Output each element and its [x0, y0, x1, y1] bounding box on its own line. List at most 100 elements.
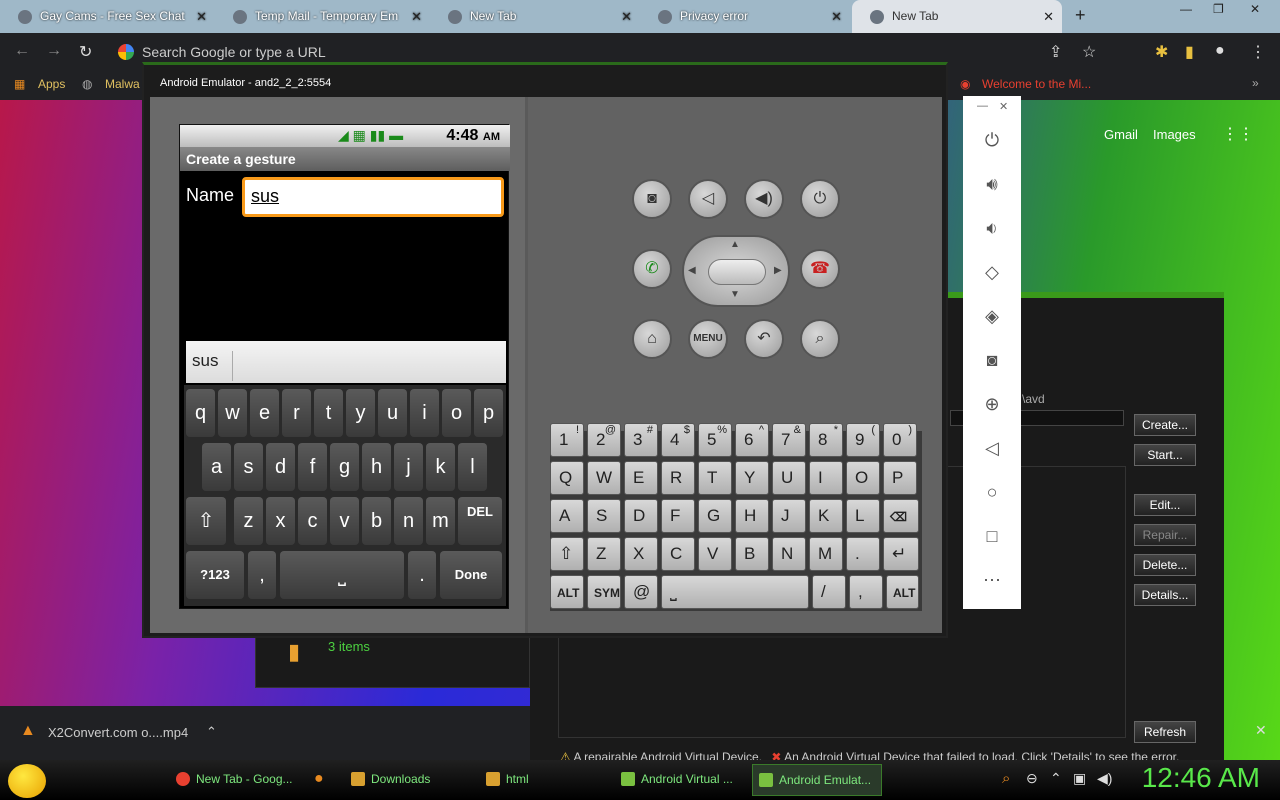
hw-key-p[interactable]: P — [883, 461, 917, 495]
volume-down-button[interactable]: ◁ — [688, 179, 728, 219]
taskbar-emulator[interactable]: Android Emulat... — [752, 764, 882, 796]
home-icon[interactable]: ○ — [980, 482, 1004, 506]
hw-key-d[interactable]: D — [624, 499, 658, 533]
hw-key-y[interactable]: Y — [735, 461, 769, 495]
suggestion-word[interactable]: sus — [192, 351, 234, 381]
hw-alt-right[interactable]: ALT — [886, 575, 919, 609]
browser-tab-3[interactable]: New Tab ✕ — [430, 0, 640, 33]
firefox-icon[interactable]: ● — [314, 770, 324, 788]
volume-up-icon[interactable]: 🔊︎ — [980, 174, 1004, 198]
hw-key-4[interactable]: 4 $ — [661, 423, 695, 457]
key-w[interactable]: w — [218, 389, 247, 437]
start-button-smiley-icon[interactable] — [8, 764, 46, 798]
hw-enter-key[interactable]: ↵ — [883, 537, 919, 571]
bookmark-malwa[interactable]: Malwa — [105, 77, 140, 91]
menu-icon[interactable]: ⋮ — [1250, 42, 1266, 62]
search-icon[interactable]: ⌕ — [1002, 770, 1010, 787]
key-c[interactable]: c — [298, 497, 327, 545]
close-tab-icon[interactable]: ✕ — [831, 9, 842, 25]
chevron-up-icon[interactable]: ⌃ — [206, 724, 217, 740]
key-k[interactable]: k — [426, 443, 455, 491]
key-o[interactable]: o — [442, 389, 471, 437]
hw-key-t[interactable]: T — [698, 461, 732, 495]
share-icon[interactable]: ⇪ — [1049, 42, 1062, 62]
hw-key-e[interactable]: E — [624, 461, 658, 495]
camera-button[interactable]: ◙ — [632, 179, 672, 219]
rotate-left-icon[interactable]: ◇ — [980, 262, 1004, 286]
hw-key-7[interactable]: 7 & — [772, 423, 806, 457]
close-downloads-icon[interactable]: ✕ — [1255, 722, 1267, 739]
browser-tab-4[interactable]: Privacy error ✕ — [640, 0, 850, 33]
key-q[interactable]: q — [186, 389, 215, 437]
hw-key-h[interactable]: H — [735, 499, 769, 533]
hw-key-i[interactable]: I — [809, 461, 843, 495]
delete-key[interactable]: DEL — [458, 497, 502, 545]
symbols-key[interactable]: ?123 — [186, 551, 244, 599]
close-icon[interactable]: ✕ — [999, 100, 1008, 113]
dpad-down-icon[interactable]: ▼ — [730, 289, 740, 300]
profile-icon[interactable]: ● — [1215, 42, 1225, 60]
volume-down-icon[interactable]: 🔉︎ — [980, 218, 1004, 242]
key-z[interactable]: z — [234, 497, 263, 545]
taskbar-html[interactable]: html — [480, 764, 610, 796]
key-p[interactable]: p — [474, 389, 503, 437]
hw-key-k[interactable]: K — [809, 499, 843, 533]
key-y[interactable]: y — [346, 389, 375, 437]
hw-key-o[interactable]: O — [846, 461, 880, 495]
refresh-button[interactable]: Refresh — [1134, 721, 1196, 743]
overview-icon[interactable]: □ — [980, 526, 1004, 550]
rotate-right-icon[interactable]: ◈ — [980, 306, 1004, 330]
tray-expand-icon[interactable]: ⌃ — [1050, 770, 1062, 787]
hw-key-u[interactable]: U — [772, 461, 806, 495]
hw-alt-left[interactable]: ALT — [550, 575, 584, 609]
back-icon[interactable]: ← — [14, 42, 30, 60]
dpad[interactable]: ▲ ▼ ◀ ▶ — [682, 235, 790, 307]
hw-key-period[interactable]: . — [846, 537, 880, 571]
gesture-name-input[interactable]: sus — [242, 177, 504, 217]
hw-key-v[interactable]: V — [698, 537, 732, 571]
hw-key-a[interactable]: A — [550, 499, 584, 533]
back-icon[interactable]: ◁ — [980, 438, 1004, 462]
extensions-icon[interactable]: ✱ — [1155, 42, 1168, 62]
key-a[interactable]: a — [202, 443, 231, 491]
period-key[interactable]: . — [408, 551, 436, 599]
browser-tab-1[interactable]: Gay Cams - Free Sex Chat ✕ — [0, 0, 215, 33]
tray-icon[interactable]: ⊖ — [1026, 770, 1038, 787]
hw-key-l[interactable]: L — [846, 499, 880, 533]
dpad-right-icon[interactable]: ▶ — [774, 265, 782, 276]
hw-key-g[interactable]: G — [698, 499, 732, 533]
hw-key-3[interactable]: 3 # — [624, 423, 658, 457]
images-link[interactable]: Images — [1153, 127, 1196, 142]
power-icon[interactable]: ⏻ — [980, 130, 1004, 154]
call-button[interactable]: ✆ — [632, 249, 672, 289]
shift-key[interactable]: ⇧ — [186, 497, 226, 545]
browser-tab-5[interactable]: New Tab ✕ — [852, 0, 1062, 33]
back-button[interactable]: ↶ — [744, 319, 784, 359]
close-tab-icon[interactable]: ✕ — [1043, 9, 1054, 25]
more-bookmarks-icon[interactable]: » — [1252, 76, 1259, 90]
key-d[interactable]: d — [266, 443, 295, 491]
key-t[interactable]: t — [314, 389, 343, 437]
hw-key-m[interactable]: M — [809, 537, 843, 571]
start-button[interactable]: Start... — [1134, 444, 1196, 466]
key-x[interactable]: x — [266, 497, 295, 545]
key-r[interactable]: r — [282, 389, 311, 437]
gmail-link[interactable]: Gmail — [1104, 127, 1138, 142]
search-button[interactable]: ⌕ — [800, 319, 840, 359]
key-g[interactable]: g — [330, 443, 359, 491]
done-key[interactable]: Done — [440, 551, 502, 599]
hw-key-6[interactable]: 6 ^ — [735, 423, 769, 457]
volume-icon[interactable]: ◀) — [1097, 770, 1112, 787]
key-m[interactable]: m — [426, 497, 455, 545]
hw-key-n[interactable]: N — [772, 537, 806, 571]
minimize-icon[interactable]: — — [977, 100, 988, 112]
more-icon[interactable]: ⋯ — [980, 570, 1004, 594]
key-s[interactable]: s — [234, 443, 263, 491]
hw-key-j[interactable]: J — [772, 499, 806, 533]
key-j[interactable]: j — [394, 443, 423, 491]
dpad-left-icon[interactable]: ◀ — [688, 265, 696, 276]
repair-button[interactable]: Repair... — [1134, 524, 1196, 546]
comma-key[interactable]: , — [248, 551, 276, 599]
key-n[interactable]: n — [394, 497, 423, 545]
bookmark-apps[interactable]: Apps — [38, 77, 65, 91]
